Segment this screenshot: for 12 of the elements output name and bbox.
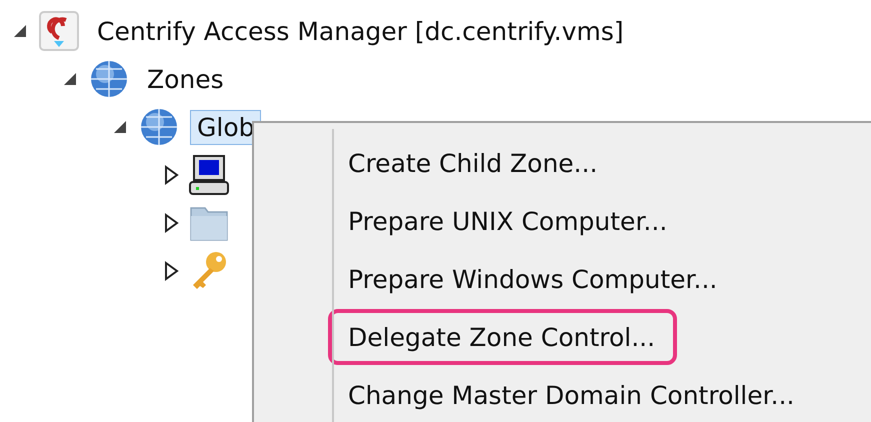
menu-item[interactable]: Prepare UNIX Computer...: [328, 193, 690, 249]
tree-item[interactable]: Centrify Access Manager [dc.centrify.vms]: [90, 14, 631, 48]
menu-item[interactable]: Prepare Windows Computer...: [328, 251, 740, 307]
globe-icon: [138, 106, 180, 148]
menu-item[interactable]: Change Master Domain Controller...: [328, 367, 816, 422]
menu-item[interactable]: Delegate Zone Control...: [328, 309, 678, 365]
tree-item[interactable]: Glob: [190, 110, 262, 144]
computer-icon: [188, 154, 230, 196]
menu-item[interactable]: Create Child Zone...: [328, 135, 620, 191]
tree-item[interactable]: Zones: [140, 62, 231, 96]
globe-icon: [88, 58, 130, 100]
app-logo-icon: [38, 10, 80, 52]
